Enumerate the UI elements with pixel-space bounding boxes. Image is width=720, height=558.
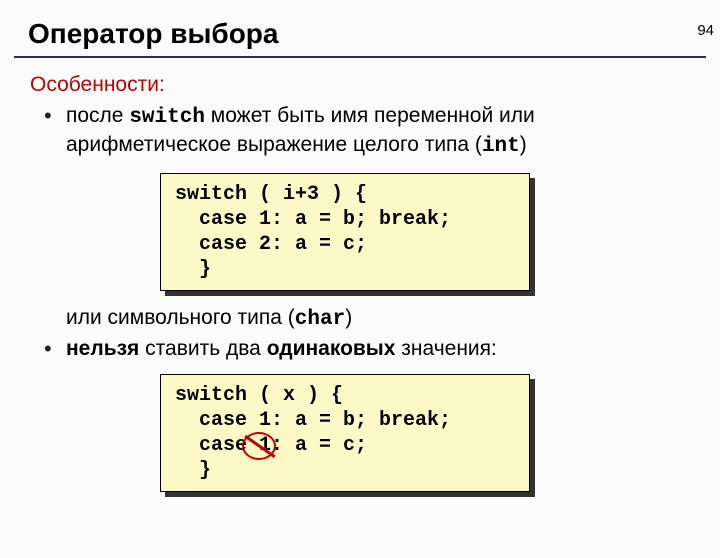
feature-item-2: нельзя ставить два одинаковых значения:: [44, 336, 690, 363]
page-number: 94: [697, 22, 714, 39]
text-strong: нельзя: [66, 337, 139, 360]
feature-list-2: нельзя ставить два одинаковых значения:: [44, 336, 690, 363]
keyword-switch: switch: [129, 106, 205, 129]
features-heading: Особенности:: [30, 72, 690, 99]
keyword-int: int: [482, 135, 520, 158]
code-content: switch ( x ) { case 1: a = b; break; cas…: [160, 374, 530, 492]
text-segment: после: [66, 104, 129, 127]
keyword-char: char: [295, 308, 345, 331]
text-strong: одинаковых: [267, 337, 396, 360]
text-segment: или символьного типа (: [66, 306, 295, 329]
text-segment: ): [345, 306, 352, 329]
feature-item-1: после switch может быть имя переменной и…: [44, 103, 690, 161]
text-segment: ): [520, 133, 527, 156]
code-block-1: switch ( i+3 ) { case 1: a = b; break; c…: [160, 173, 530, 291]
text-segment: ставить два: [139, 337, 266, 360]
text-segment: значения:: [395, 337, 496, 360]
continuation-text: или символьного типа (char): [66, 305, 690, 334]
feature-list: после switch может быть имя переменной и…: [44, 103, 690, 161]
content-area: Особенности: после switch может быть имя…: [0, 58, 720, 492]
code-content: switch ( i+3 ) { case 1: a = b; break; c…: [160, 173, 530, 291]
slide-title: Оператор выбора: [28, 18, 720, 50]
code-block-2: switch ( x ) { case 1: a = b; break; cas…: [160, 374, 530, 492]
